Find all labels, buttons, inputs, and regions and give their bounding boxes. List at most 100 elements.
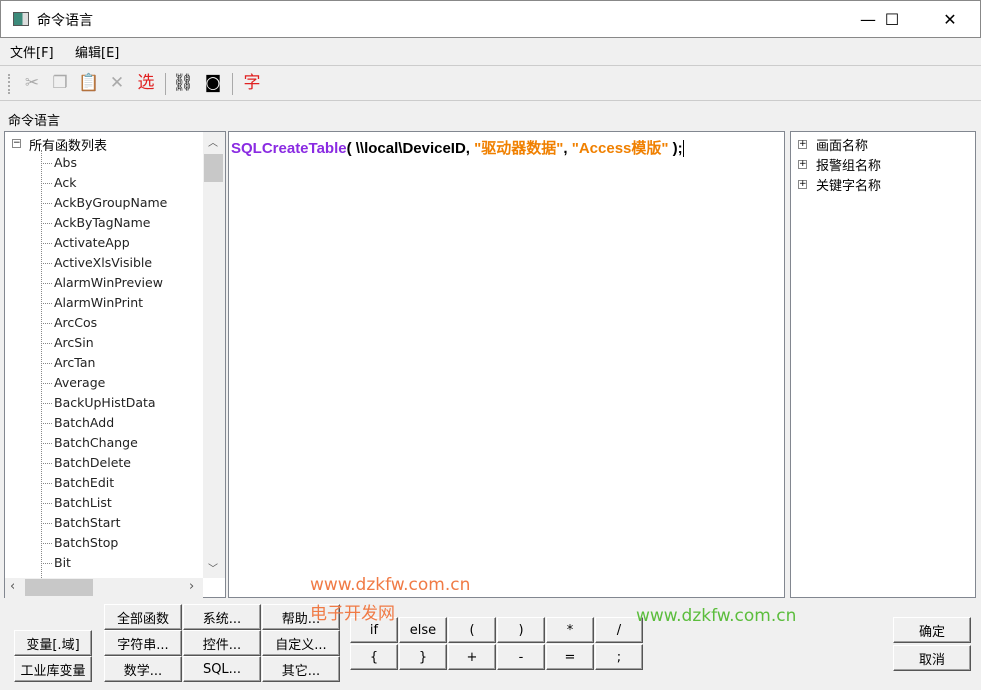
function-item[interactable]: Bit [54,555,71,570]
name-tree[interactable]: + 画面名称 + 报警组名称 + 关键字名称 [790,131,976,598]
vertical-scrollbar[interactable]: ︿ ﹀ [203,132,225,578]
function-item[interactable]: BatchStop [54,535,118,550]
code-text: ); [668,140,683,157]
menu-bar: 文件[F] 编辑[E] [0,38,981,64]
operator-button[interactable]: ; [595,644,643,670]
tree-item-alarm-groups[interactable]: 报警组名称 [816,155,881,174]
menu-file[interactable]: 文件[F] [10,42,54,61]
control-button[interactable]: 控件... [183,630,261,656]
function-item[interactable]: BatchDelete [54,455,131,470]
menu-edit[interactable]: 编辑[E] [75,42,119,61]
watermark-name: 电子开发网 [310,604,395,624]
other-button[interactable]: 其它... [262,656,340,682]
expand-icon[interactable]: + [798,160,807,169]
operator-button[interactable]: ) [497,617,545,643]
title-bar: 命令语言 — ☐ ✕ [0,0,981,38]
code-editor[interactable]: SQLCreateTable( \\local\DeviceID, "驱动器数据… [228,131,785,598]
maximize-button[interactable]: ☐ [869,1,915,39]
window-title: 命令语言 [37,13,93,29]
separator [165,73,166,95]
ok-button[interactable]: 确定 [893,617,971,643]
collapse-icon[interactable]: − [12,139,21,148]
custom-button[interactable]: 自定义... [262,630,340,656]
operator-button[interactable]: = [546,644,594,670]
function-item[interactable]: Average [54,375,105,390]
string-button[interactable]: 字符串... [104,630,182,656]
operator-button[interactable]: } [399,644,447,670]
separator [232,73,233,95]
operator-button[interactable]: else [399,617,447,643]
tree-connector [41,403,52,404]
tree-connector [41,303,52,304]
font-button[interactable]: 字 [241,72,263,94]
replace-icon[interactable]: ◙ [202,72,224,94]
expand-icon[interactable]: + [798,140,807,149]
operator-button[interactable]: + [448,644,496,670]
function-item[interactable]: BatchEdit [54,475,114,490]
function-item[interactable]: BatchList [54,495,112,510]
function-item[interactable]: Ack [54,175,76,190]
function-item[interactable]: ActiveXlsVisible [54,255,152,270]
tree-connector [41,343,52,344]
code-text: ( \\local\DeviceID, [346,140,475,157]
tree-connector [41,183,52,184]
function-item[interactable]: BackUpHistData [54,395,156,410]
section-label: 命令语言 [8,114,61,129]
tree-item-keywords[interactable]: 关键字名称 [816,175,881,194]
db-variable-button[interactable]: 工业库变量 [14,656,92,682]
watermark-url: www.dzkfw.com.cn [310,575,471,595]
tree-connector [41,463,52,464]
cancel-button[interactable]: 取消 [893,645,971,671]
tree-connector [41,423,52,424]
tree-connector [41,523,52,524]
tree-connector [41,243,52,244]
select-button[interactable]: 选 [135,72,157,94]
tree-connector [41,203,52,204]
operator-button[interactable]: { [350,644,398,670]
scroll-thumb[interactable] [25,579,93,596]
function-item[interactable]: ArcTan [54,355,95,370]
function-item[interactable]: Abs [54,155,77,170]
function-item[interactable]: AlarmWinPreview [54,275,163,290]
operator-button[interactable]: * [546,617,594,643]
function-item[interactable]: BatchChange [54,435,138,450]
operator-button[interactable]: ( [448,617,496,643]
tree-connector [41,563,52,564]
tree-connector [41,223,52,224]
function-item[interactable]: ActivateApp [54,235,130,250]
copy-icon[interactable]: ❐ [49,72,71,94]
function-item[interactable]: AckByTagName [54,215,150,230]
toolbar-grip [8,74,10,94]
delete-icon[interactable]: ✕ [106,72,128,94]
function-item[interactable]: BatchStart [54,515,120,530]
find-icon[interactable]: ⛓ [172,72,194,94]
function-item[interactable]: AlarmWinPrint [54,295,143,310]
scroll-thumb[interactable] [204,154,223,182]
string-literal: "驱动器数据" [474,140,564,157]
variable-domain-button[interactable]: 变量[.域] [14,630,92,656]
tree-connector [41,163,52,164]
paste-icon[interactable]: 📋 [78,72,100,94]
cut-icon[interactable]: ✂ [21,72,43,94]
tree-connector [41,283,52,284]
tree-connector [41,503,52,504]
function-tree[interactable]: − 所有函数列表 Abs Ack AckByGroupName AckByTagNam… [4,131,226,598]
function-name: SQLCreateTable [231,140,347,157]
function-item[interactable]: AckByGroupName [54,195,167,210]
operator-button[interactable]: - [497,644,545,670]
system-button[interactable]: 系统... [183,604,261,630]
toolbar: ✂ ❐ 📋 ✕ 选 ⛓ ◙ 字 [0,65,981,101]
math-button[interactable]: 数学... [104,656,182,682]
tree-connector [41,443,52,444]
expand-icon[interactable]: + [798,180,807,189]
tree-connector [41,263,52,264]
close-button[interactable]: ✕ [927,1,973,39]
tree-item-screens[interactable]: 画面名称 [816,135,868,154]
function-item[interactable]: ArcCos [54,315,97,330]
function-item[interactable]: ArcSin [54,335,94,350]
sql-button[interactable]: SQL... [183,656,261,682]
horizontal-scrollbar[interactable]: ‹ › [5,578,203,598]
function-item[interactable]: BatchAdd [54,415,114,430]
all-functions-button[interactable]: 全部函数 [104,604,182,630]
tree-connector [41,483,52,484]
